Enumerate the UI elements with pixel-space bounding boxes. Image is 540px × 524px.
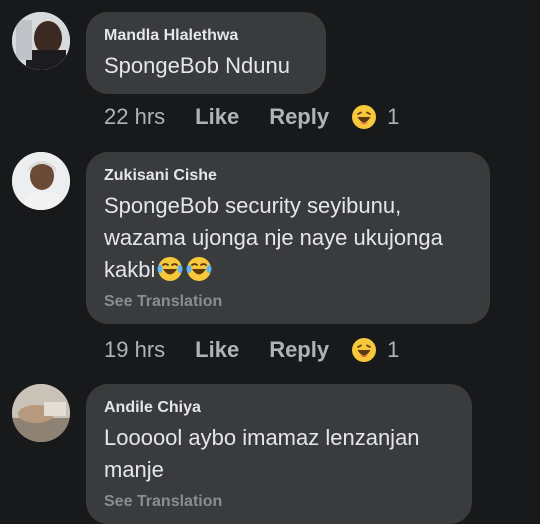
reaction-count: 1	[387, 104, 400, 129]
avatar[interactable]	[12, 12, 70, 70]
comment-actions: 19 hrs Like Reply 1	[104, 335, 399, 365]
comment-timestamp[interactable]: 19 hrs	[104, 337, 165, 363]
reaction-count: 1	[387, 337, 400, 362]
like-button[interactable]: Like	[195, 337, 239, 363]
avatar[interactable]	[12, 384, 70, 442]
see-translation-link[interactable]: See Translation	[104, 292, 472, 312]
comment-text-line-part: kakbi	[104, 257, 156, 282]
comment-text: Loooool aybo imamaz lenzanjan manje	[104, 422, 454, 486]
comment-author[interactable]: Mandla Hlalethwa	[104, 26, 308, 46]
reaction-summary[interactable]: 1	[351, 337, 399, 363]
laughing-face-icon	[352, 105, 377, 129]
comment-bubble: Zukisani Cishe SpongeBob security seyibu…	[86, 152, 490, 324]
profile-photo-icon	[12, 152, 70, 210]
see-translation-link[interactable]: See Translation	[104, 492, 454, 512]
comment-author[interactable]: Zukisani Cishe	[104, 166, 472, 186]
comment-bubble: Andile Chiya Loooool aybo imamaz lenzanj…	[86, 384, 472, 524]
tears-of-joy-icon	[186, 257, 212, 281]
comment-text-line: Loooool aybo imamaz lenzanjan	[104, 425, 420, 450]
comment-text-line: manje	[104, 457, 164, 482]
comment-author[interactable]: Andile Chiya	[104, 398, 454, 418]
comment-actions: 22 hrs Like Reply 1	[104, 102, 399, 132]
tears-of-joy-icon	[157, 257, 183, 281]
avatar[interactable]	[12, 152, 70, 210]
comment-text-line: kakbi	[104, 254, 472, 286]
comment-text-line: wazama ujonga nje naye ukujonga	[104, 225, 443, 250]
comment-timestamp[interactable]: 22 hrs	[104, 104, 165, 130]
like-button[interactable]: Like	[195, 104, 239, 130]
laughing-face-icon	[352, 338, 377, 362]
reaction-summary[interactable]: 1	[351, 104, 399, 130]
comment-text: SpongeBob Ndunu	[104, 53, 290, 78]
reply-button[interactable]: Reply	[269, 104, 329, 130]
comment-text-line: SpongeBob security seyibunu,	[104, 193, 402, 218]
profile-photo-icon	[12, 12, 70, 70]
comment-text: SpongeBob security seyibunu, wazama ujon…	[104, 190, 472, 286]
profile-photo-icon	[12, 384, 70, 442]
reply-button[interactable]: Reply	[269, 337, 329, 363]
comment-bubble: Mandla Hlalethwa SpongeBob Ndunu	[86, 12, 326, 94]
